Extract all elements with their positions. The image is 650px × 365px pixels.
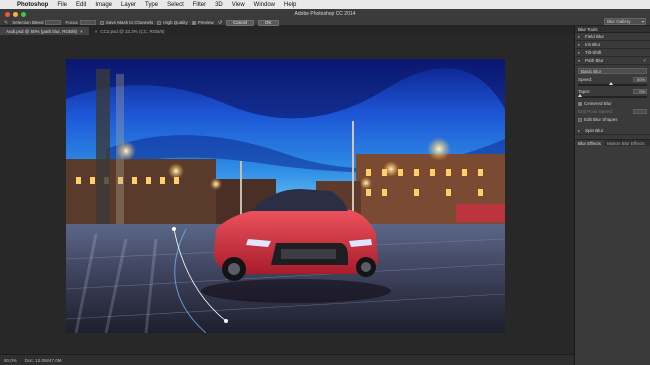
focus-field[interactable]	[79, 20, 96, 25]
path-blur-settings: Basic Blur Speed: 50% Taper: 0% Centered B…	[575, 65, 650, 127]
selection-bleed-option[interactable]: Selection Bleed	[12, 20, 62, 25]
menu-select[interactable]: Select	[167, 2, 184, 8]
save-mask-option[interactable]: Save Mask to Channels	[99, 20, 154, 25]
tool-tilt-shift[interactable]: ▸ Tilt-Shift	[575, 49, 650, 57]
save-mask-label: Save Mask to Channels	[105, 20, 154, 25]
high-quality-checkbox[interactable]	[157, 20, 162, 25]
edit-blur-shapes-option[interactable]: Edit Blur Shapes	[578, 117, 647, 122]
menu-window[interactable]: Window	[254, 2, 275, 8]
centered-blur-checkbox[interactable]	[578, 101, 582, 106]
chevron-right-icon: ▸	[578, 128, 581, 133]
close-tab-icon[interactable]: ×	[95, 29, 98, 34]
tool-field-blur[interactable]: ▸ Field Blur	[575, 33, 650, 41]
window-title: Adobe Photoshop CC 2014	[294, 11, 356, 17]
menu-type[interactable]: Type	[145, 2, 158, 8]
tab-motion-blur-effects[interactable]: Motion Blur Effects	[604, 140, 648, 146]
focus-option[interactable]: Focus	[65, 20, 96, 25]
tab-label: Audi.psd @ 50% (path blur, RGB/8)	[6, 28, 78, 34]
zoom-level[interactable]: 50.0%	[4, 358, 17, 363]
high-quality-label: High Quality	[163, 20, 188, 25]
chevron-down-icon: ▾	[578, 58, 581, 63]
end-point-label: End Point Speed:	[578, 109, 614, 114]
centered-blur-label: Centered Blur	[584, 101, 612, 106]
minimize-icon[interactable]	[13, 12, 18, 17]
car-photo	[66, 59, 505, 333]
tab-label: CC2.psd @ 33.3% (CC, RGB/8)	[100, 28, 165, 34]
document-tabs: Audi.psd @ 50% (path blur, RGB/8) × × CC2.…	[0, 26, 574, 35]
chevron-right-icon: ▸	[578, 50, 581, 55]
focus-label: Focus	[65, 20, 78, 25]
speed-label: Speed:	[578, 77, 593, 82]
panel-header: Blur Tools	[575, 26, 650, 33]
status-bar: 50.0% Doc: 12.0M/47.0M	[0, 354, 574, 365]
checkmark-icon[interactable]: ✓	[643, 58, 647, 64]
reset-icon[interactable]: ↺	[218, 20, 222, 26]
tool-label: Path Blur	[585, 58, 604, 63]
tool-spin-blur[interactable]: ▸ Spin Blur	[575, 127, 650, 135]
workspace-select[interactable]: Blur Gallery ▾	[604, 18, 646, 25]
menu-file[interactable]: File	[57, 2, 67, 8]
ok-button[interactable]: OK	[258, 19, 279, 26]
menu-view[interactable]: View	[232, 2, 245, 8]
tab-blur-effects[interactable]: Blur Effects	[575, 140, 604, 146]
preview-label: Preview	[197, 20, 214, 25]
canvas-area[interactable]	[0, 35, 574, 354]
menu-help[interactable]: Help	[284, 2, 296, 8]
speed-slider[interactable]	[578, 82, 647, 86]
chevron-right-icon: ▸	[578, 42, 581, 47]
pin-icon[interactable]: ✎	[4, 20, 8, 26]
tab-cc2[interactable]: × CC2.psd @ 33.3% (CC, RGB/8)	[89, 27, 171, 35]
workspace-label: Blur Gallery	[607, 19, 631, 24]
menu-layer[interactable]: Layer	[121, 2, 136, 8]
document-image[interactable]	[66, 59, 505, 333]
cancel-button[interactable]: Cancel	[226, 19, 255, 26]
tool-label: Field Blur	[585, 34, 605, 39]
menu-filter[interactable]: Filter	[193, 2, 206, 8]
close-icon[interactable]	[5, 12, 10, 17]
options-row: ✎ Selection Bleed Focus Save Mask to Cha…	[4, 19, 279, 26]
close-tab-icon[interactable]: ×	[80, 29, 83, 34]
doc-size: Doc: 12.0M/47.0M	[24, 357, 62, 363]
edit-blur-shapes-label: Edit Blur Shapes	[584, 117, 618, 122]
zoom-icon[interactable]	[21, 12, 26, 17]
preview-checkbox[interactable]	[191, 20, 196, 25]
end-point-speed-row: End Point Speed:	[578, 109, 647, 114]
slider-knob[interactable]	[578, 94, 582, 97]
high-quality-option[interactable]: High Quality	[157, 20, 188, 25]
blur-tools-panel: Blur Tools ▸ Field Blur ▸ Iris Blur ▸ Tilt-…	[574, 26, 650, 365]
menu-bar: Photoshop File Edit Image Layer Type Sel…	[0, 0, 650, 9]
tool-path-blur[interactable]: ▾ Path Blur ✓	[575, 57, 650, 65]
end-point-field	[633, 109, 647, 114]
centered-blur-option[interactable]: Centered Blur	[578, 101, 647, 106]
speed-value[interactable]: 50%	[633, 77, 647, 82]
blur-type-select[interactable]: Basic Blur	[578, 68, 647, 74]
selection-bleed-label: Selection Bleed	[12, 20, 44, 25]
selection-bleed-field[interactable]	[45, 20, 62, 25]
slider-knob[interactable]	[609, 82, 614, 85]
tab-audi[interactable]: Audi.psd @ 50% (path blur, RGB/8) ×	[0, 27, 89, 35]
menu-image[interactable]: Image	[95, 2, 112, 8]
edit-blur-shapes-checkbox[interactable]	[578, 117, 582, 122]
chevron-down-icon: ▾	[641, 19, 644, 24]
menu-edit[interactable]: Edit	[76, 2, 86, 8]
options-bar: Adobe Photoshop CC 2014 ✎ Selection Blee…	[0, 9, 650, 26]
tool-label: Spin Blur	[585, 128, 604, 133]
taper-value[interactable]: 0%	[633, 89, 647, 94]
tool-iris-blur[interactable]: ▸ Iris Blur	[575, 41, 650, 49]
menu-3d[interactable]: 3D	[215, 2, 223, 8]
effects-tabs: Blur Effects Motion Blur Effects	[575, 139, 650, 146]
window-controls	[5, 12, 26, 17]
chevron-right-icon: ▸	[578, 34, 581, 39]
taper-slider[interactable]	[578, 94, 647, 98]
preview-option[interactable]: Preview	[191, 20, 214, 25]
tool-label: Tilt-Shift	[585, 50, 602, 55]
save-mask-checkbox[interactable]	[99, 20, 104, 25]
menu-app[interactable]: Photoshop	[17, 2, 48, 8]
tool-label: Iris Blur	[585, 42, 601, 47]
